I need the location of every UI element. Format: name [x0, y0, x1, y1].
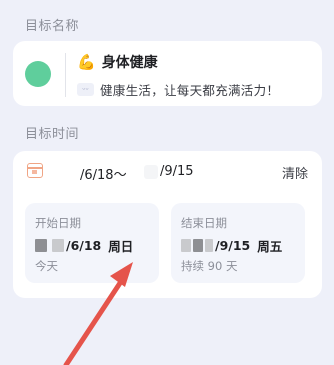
- goal-name-section-label: 目标名称: [25, 19, 80, 34]
- end-date-label: 结束日期: [181, 216, 227, 230]
- goal-title-row: 💪 身体健康: [77, 52, 158, 72]
- goal-divider: [65, 53, 66, 97]
- end-date-note: 持续 90 天: [181, 259, 238, 273]
- redacted-year: [35, 239, 47, 252]
- date-range-start: /6/18～: [80, 168, 127, 183]
- start-date-value: /6/18: [66, 238, 102, 253]
- end-weekday: 周五: [257, 239, 283, 254]
- flexed-biceps-icon: 💪: [77, 53, 96, 71]
- redacted-year: [181, 239, 191, 252]
- redacted-year: [193, 239, 203, 252]
- start-date-picker[interactable]: 开始日期 /6/18 周日 今天: [25, 203, 159, 283]
- redacted-year: [144, 165, 158, 179]
- end-date-picker[interactable]: 结束日期 /9/15 周五 持续 90 天: [171, 203, 305, 283]
- start-date-row: /6/18 周日: [35, 236, 133, 255]
- goal-name-card[interactable]: 💪 身体健康 ᵕᵕ 健康生活，让每天都充满活力！: [13, 41, 322, 106]
- goal-time-section-label: 目标时间: [25, 127, 80, 142]
- start-date-note: 今天: [35, 259, 58, 273]
- start-date-label: 开始日期: [35, 216, 81, 230]
- goal-description: 健康生活，让每天都充满活力！: [100, 83, 280, 98]
- smile-face-icon: ᵕᵕ: [77, 83, 94, 96]
- goal-title: 身体健康: [101, 55, 158, 71]
- redacted-year: [205, 239, 213, 252]
- goal-time-card: /6/18～ /9/15 清除 开始日期 /6/18 周日 今天 结束日期 /9…: [13, 151, 322, 298]
- redacted-year: [52, 239, 64, 252]
- goal-color-dot[interactable]: [25, 61, 51, 87]
- goal-description-row: ᵕᵕ 健康生活，让每天都充满活力！: [77, 80, 279, 99]
- end-date-value: /9/15: [215, 238, 251, 253]
- calendar-icon: [27, 163, 43, 178]
- end-date-row: /9/15 周五: [181, 236, 282, 255]
- start-weekday: 周日: [108, 239, 134, 254]
- date-range-end: /9/15: [160, 164, 194, 179]
- clear-button[interactable]: 清除: [282, 163, 308, 182]
